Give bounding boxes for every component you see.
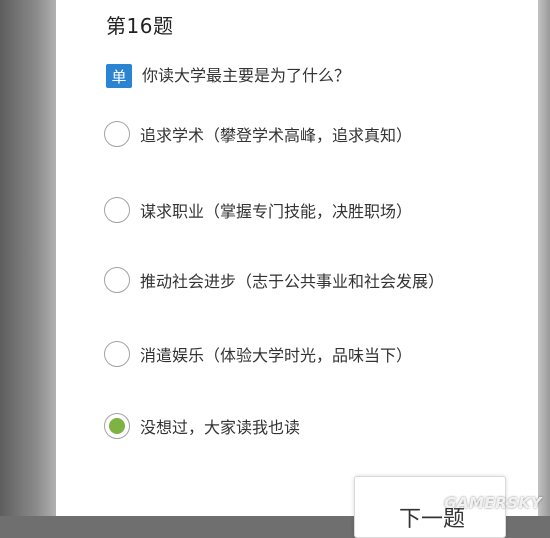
option-5[interactable]: 没想过，大家读我也读 bbox=[104, 410, 300, 442]
option-1[interactable]: 追求学术（攀登学术高峰，追求真知） bbox=[104, 118, 412, 150]
survey-page: 第16题 单 你读大学最主要是为了什么？ 追求学术（攀登学术高峰，追求真知） 谋… bbox=[56, 0, 538, 516]
question-text: 你读大学最主要是为了什么？ bbox=[142, 66, 351, 85]
radio-button-selected[interactable] bbox=[104, 413, 130, 439]
option-label: 消遣娱乐（体验大学时光，品味当下） bbox=[140, 346, 413, 365]
option-label: 追求学术（攀登学术高峰，追求真知） bbox=[140, 126, 413, 145]
left-shadow bbox=[0, 0, 60, 516]
single-choice-badge: 单 bbox=[106, 64, 132, 88]
option-label: 谋求职业（掌握专门技能，决胜职场） bbox=[140, 202, 413, 221]
radio-button[interactable] bbox=[104, 197, 130, 223]
radio-button[interactable] bbox=[104, 267, 130, 293]
option-label: 没想过，大家读我也读 bbox=[140, 418, 301, 437]
watermark-logo: GAMERSKY bbox=[444, 494, 542, 512]
option-2[interactable]: 谋求职业（掌握专门技能，决胜职场） bbox=[104, 194, 412, 226]
radio-button[interactable] bbox=[104, 341, 130, 367]
option-label: 推动社会进步（志于公共事业和社会发展） bbox=[140, 272, 445, 291]
radio-button[interactable] bbox=[104, 121, 130, 147]
selected-dot-icon bbox=[109, 418, 125, 434]
option-4[interactable]: 消遣娱乐（体验大学时光，品味当下） bbox=[104, 338, 412, 370]
question-number: 第16题 bbox=[106, 14, 174, 38]
option-3[interactable]: 推动社会进步（志于公共事业和社会发展） bbox=[104, 264, 444, 296]
right-shadow bbox=[536, 0, 550, 516]
